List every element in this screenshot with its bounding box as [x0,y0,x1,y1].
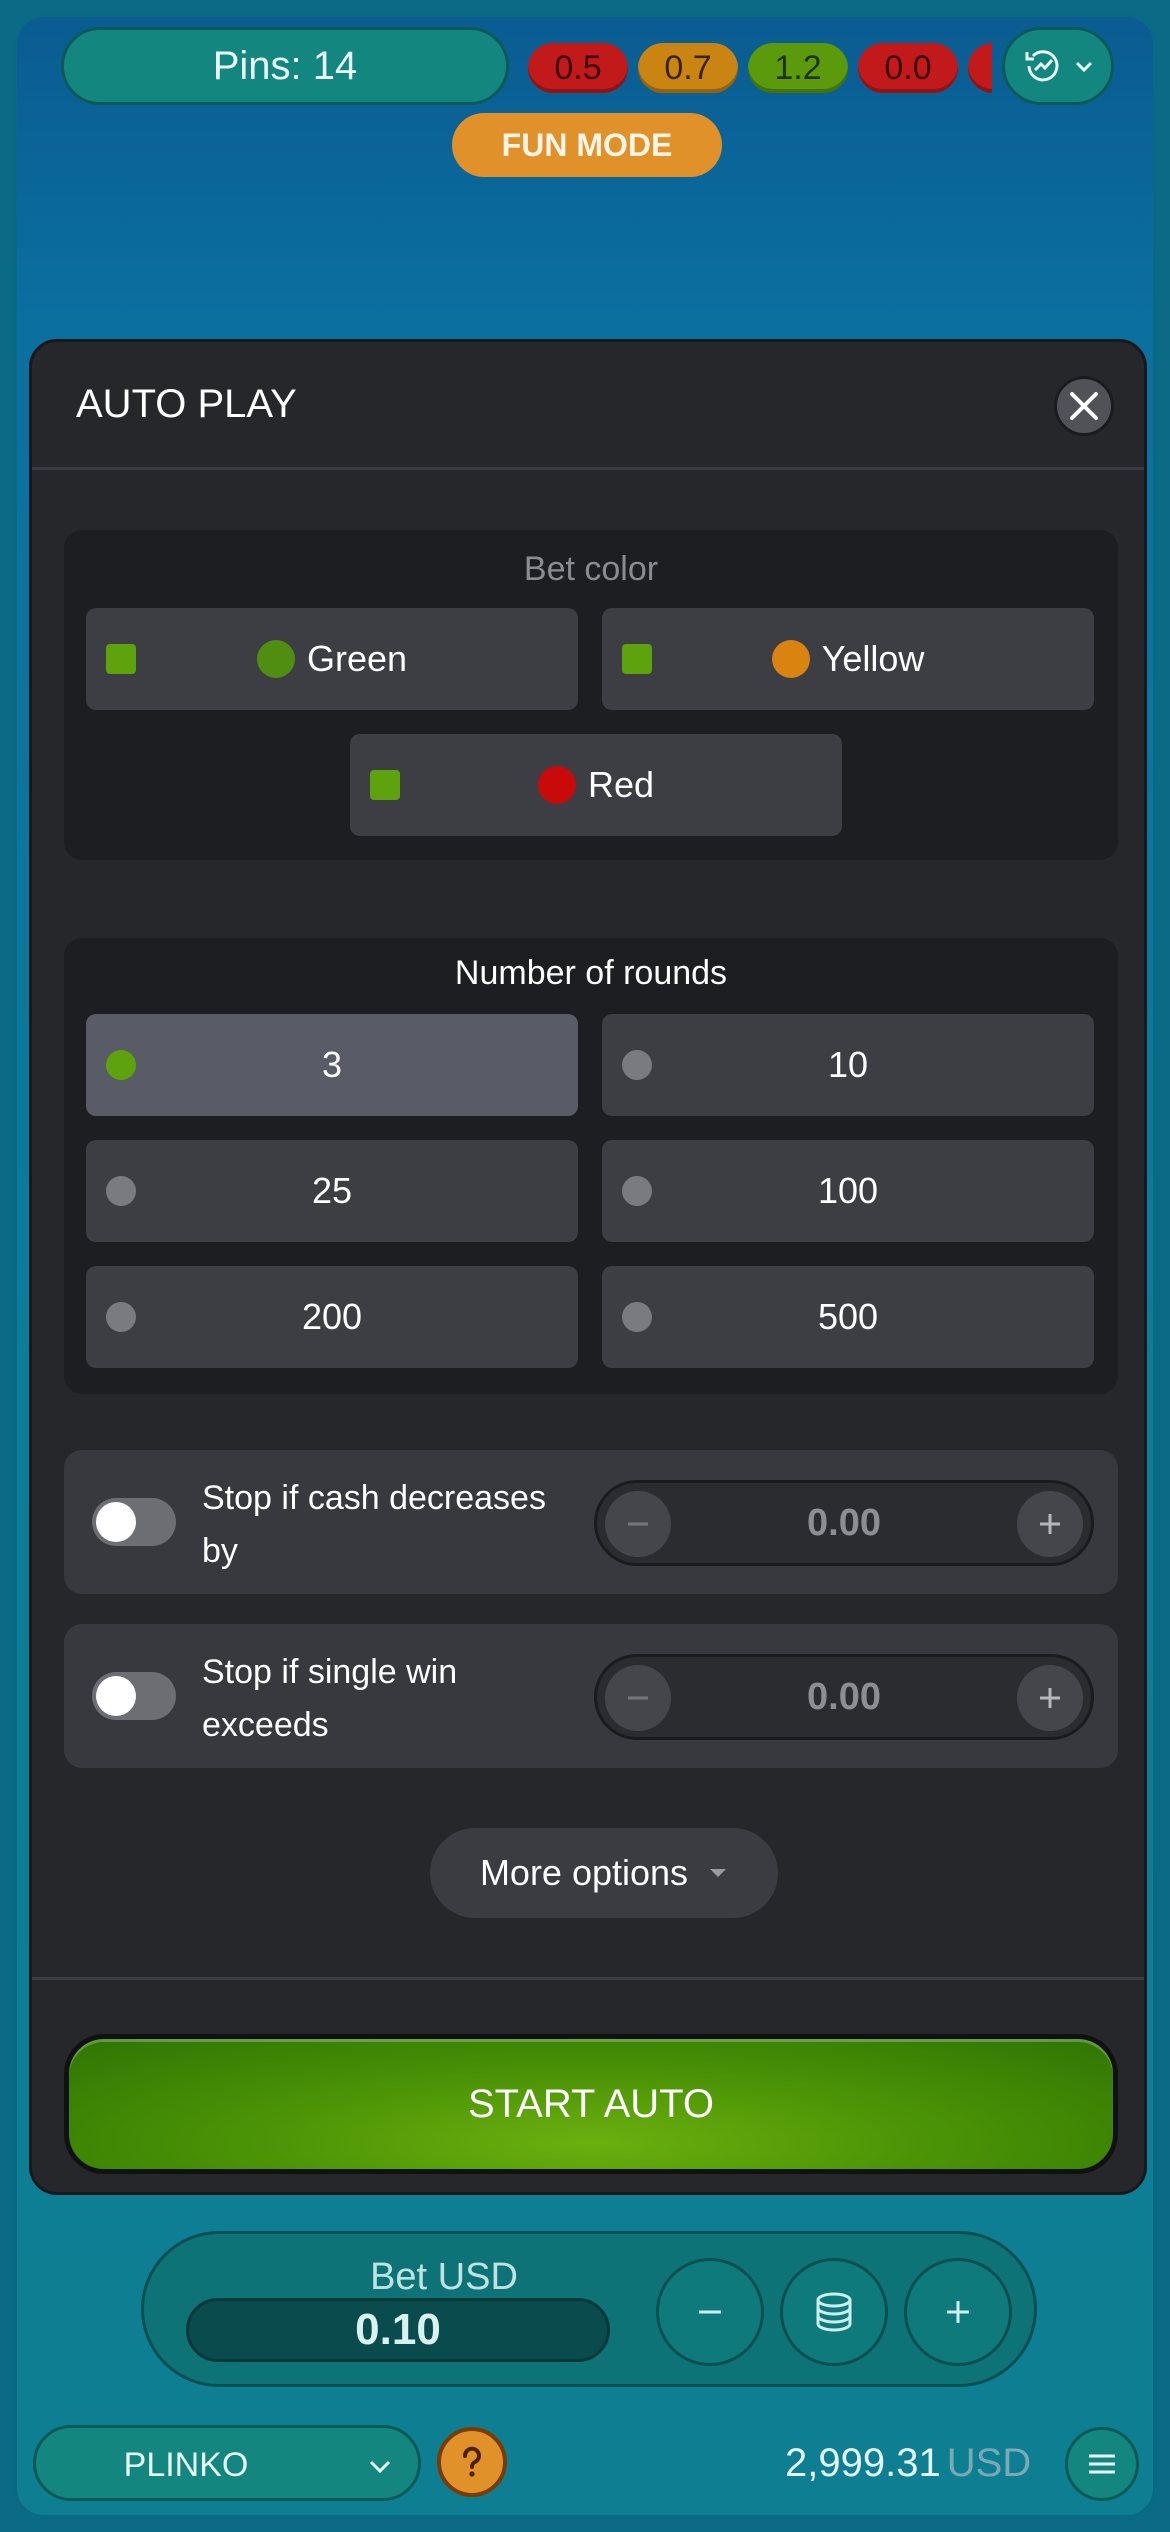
stop-cash-value[interactable]: 0.00 [677,1483,1011,1563]
red-dot-icon [537,766,576,804]
radio [106,1176,136,1206]
stop-cash-toggle[interactable] [92,1498,176,1546]
minus-icon [699,2310,721,2314]
rounds-option-25[interactable]: 25 [86,1140,578,1242]
bet-color-title: Bet color [523,550,659,588]
yellow-dot-icon [771,640,810,678]
pins-label: Pins: 14 [212,43,358,88]
rounds-value: 25 [311,1170,353,1211]
rounds-option-10[interactable]: 10 [602,1014,1094,1116]
modal-title: AUTO PLAY [76,382,297,426]
chevron-down-icon [1075,61,1093,73]
plus-icon [1040,1514,1060,1534]
decrement-button[interactable] [605,1491,671,1557]
bet-decrease-button[interactable] [656,2258,764,2366]
rounds-panel: Number of rounds 3 10 25 100 200 500 [64,938,1118,1394]
stop-cash-row: Stop if cash decreases by 0.00 [64,1450,1118,1594]
game-frame: Pins: 14 0.5 0.7 1.2 0.0 FUN MODE AUTO P… [14,14,1156,2518]
fun-mode-badge: FUN MODE [452,113,722,177]
rounds-option-100[interactable]: 100 [602,1140,1094,1242]
history-chip-partial [968,43,992,93]
bet-color-yellow[interactable]: Yellow [602,608,1094,710]
bet-chips-button[interactable] [780,2258,888,2366]
stop-win-label: Stop if single win exceeds [202,1653,458,1744]
rounds-value: 200 [301,1296,363,1337]
minus-icon [628,1522,648,1526]
checkbox-checked[interactable] [622,644,652,674]
more-options-label: More options [479,1852,689,1893]
rounds-value: 10 [827,1044,869,1085]
start-auto-button[interactable]: START AUTO [64,2034,1118,2174]
bet-color-panel: Bet color Green Yellow Red [64,530,1118,860]
close-icon [1070,392,1098,420]
toggle-knob [96,1502,136,1542]
stop-win-stepper: 0.00 [594,1654,1094,1740]
help-button[interactable] [437,2427,507,2497]
history-strip: 0.5 0.7 1.2 0.0 [522,35,992,101]
bet-amount-input[interactable]: 0.10 [186,2298,610,2362]
checkbox-checked[interactable] [106,644,136,674]
decrement-button[interactable] [605,1665,671,1731]
rounds-title: Number of rounds [454,954,728,992]
menu-button[interactable] [1065,2427,1139,2501]
history-chip: 0.0 [858,43,958,93]
bet-control: Bet USD 0.10 [141,2231,1037,2387]
stop-cash-label: Stop if cash decreases by [202,1479,546,1570]
question-mark-icon [463,2446,481,2477]
rounds-option-200[interactable]: 200 [86,1266,578,1368]
bet-color-red[interactable]: Red [350,734,842,836]
radio [622,1176,652,1206]
minus-icon [628,1696,648,1700]
balance-display: 2,999.31 USD [785,2441,1031,2486]
bet-color-label: Red [587,764,655,805]
rounds-option-500[interactable]: 500 [602,1266,1094,1368]
start-auto-label: START AUTO [468,2081,714,2126]
checkbox-checked[interactable] [370,770,400,800]
history-chip: 1.2 [748,43,848,93]
green-dot-icon [256,640,295,678]
balance-amount: 2,999.31 [785,2441,941,2485]
caret-down-icon [710,1869,727,1877]
rounds-value: 500 [817,1296,879,1337]
hamburger-icon [1089,2454,1115,2474]
coins-icon [816,2292,852,2332]
history-chip: 0.5 [528,43,628,93]
plus-icon [947,2301,969,2323]
modal-header: AUTO PLAY [32,342,1144,470]
pins-selector[interactable]: Pins: 14 [61,27,509,105]
plus-icon [1040,1688,1060,1708]
game-name: PLINKO [123,2446,249,2484]
bet-label: Bet USD [370,2256,518,2298]
game-selector[interactable]: PLINKO [33,2425,421,2501]
radio [622,1050,652,1080]
stop-cash-stepper: 0.00 [594,1480,1094,1566]
rounds-value: 100 [817,1170,879,1211]
history-chip: 0.7 [638,43,738,93]
divider [32,1977,1144,1980]
rounds-value: 3 [321,1044,343,1085]
more-options-button[interactable]: More options [430,1828,778,1918]
toggle-knob [96,1676,136,1716]
increment-button[interactable] [1017,1491,1083,1557]
chevron-down-icon [369,2460,391,2474]
rounds-option-3[interactable]: 3 [86,1014,578,1116]
bet-color-green[interactable]: Green [86,608,578,710]
bet-color-label: Green [306,638,408,679]
radio [622,1302,652,1332]
stop-win-row: Stop if single win exceeds 0.00 [64,1624,1118,1768]
auto-play-modal: AUTO PLAY Bet color Green Yellow Red Num… [29,339,1147,2195]
radio [106,1302,136,1332]
close-button[interactable] [1054,376,1114,436]
balance-currency: USD [946,2441,1032,2485]
bet-color-label: Yellow [821,638,925,679]
stop-win-toggle[interactable] [92,1672,176,1720]
history-icon [1025,50,1059,82]
bet-increase-button[interactable] [904,2258,1012,2366]
increment-button[interactable] [1017,1665,1083,1731]
radio-selected [106,1050,136,1080]
history-button[interactable] [1002,27,1114,105]
stop-win-value[interactable]: 0.00 [677,1657,1011,1737]
